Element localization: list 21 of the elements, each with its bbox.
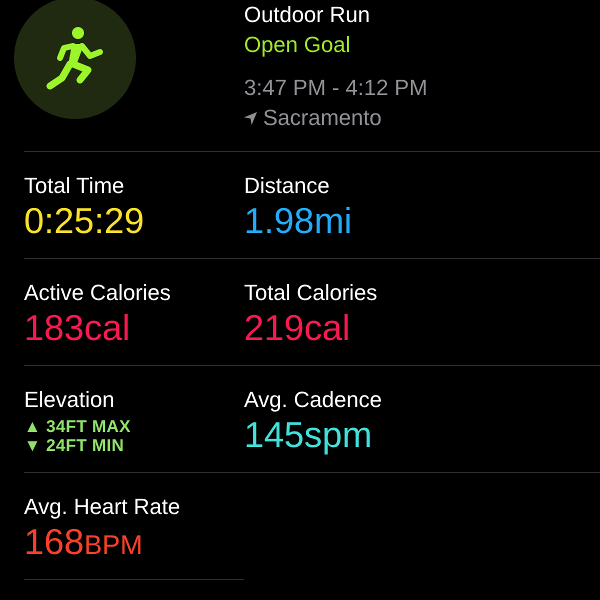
runner-icon [46,26,104,90]
metric-value: 0:25:29 [24,200,146,242]
elevation-reading: ▲ 34FT MAX [24,417,132,436]
elevation-reading: ▼ 24FT MIN [24,436,126,455]
metric-label: Distance [244,172,331,200]
metric-label: Avg. Cadence [244,386,383,414]
metric-value: 168BPM [24,521,144,564]
location-arrow-icon [244,112,257,124]
metric-label: Total Calories [244,279,378,307]
metric-label: Elevation [24,386,116,414]
workout-goal: Open Goal [244,31,352,59]
metric-value: 1.98mi [244,200,354,242]
metric-label: Total Time [24,172,126,200]
metric-value: 183cal [24,307,132,349]
metric-label: Avg. Heart Rate [24,493,182,521]
workout-title: Outdoor Run [244,1,371,29]
workout-location: Sacramento [263,104,382,132]
metric-label: Active Calories [24,279,172,307]
workout-time: 3:47 PM - 4:12 PM [244,74,428,102]
metric-value: 145spm [244,414,374,456]
metric-value: 219cal [244,307,352,349]
